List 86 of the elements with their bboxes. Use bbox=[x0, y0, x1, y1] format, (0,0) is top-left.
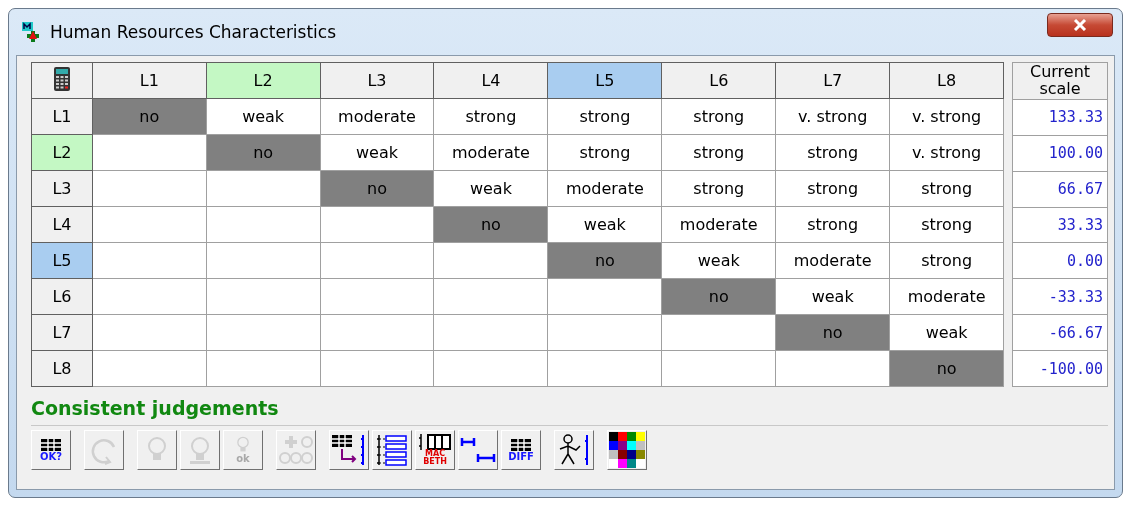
column-header[interactable]: L5 bbox=[547, 62, 662, 99]
toolbar-button[interactable]: OK? bbox=[31, 430, 71, 470]
scale-cell: -33.33 bbox=[1012, 278, 1108, 315]
judgement-cell[interactable]: strong bbox=[775, 206, 890, 243]
judgement-cell[interactable]: no bbox=[206, 134, 321, 171]
column-header[interactable]: L3 bbox=[320, 62, 434, 99]
judgement-cell[interactable]: moderate bbox=[889, 278, 1004, 315]
column-header[interactable]: L7 bbox=[775, 62, 890, 99]
grid-scale-icon bbox=[331, 433, 367, 467]
judgement-cell[interactable]: strong bbox=[433, 98, 548, 135]
toolbar-button[interactable] bbox=[458, 430, 498, 470]
judgement-cell[interactable]: no bbox=[661, 278, 776, 315]
color-palette-icon bbox=[609, 432, 645, 468]
judgement-cell[interactable]: strong bbox=[889, 170, 1004, 207]
judgement-cell[interactable]: weak bbox=[547, 206, 662, 243]
judgement-cell[interactable]: weak bbox=[433, 170, 548, 207]
judgement-cell[interactable]: strong bbox=[547, 134, 662, 171]
column-header[interactable]: L2 bbox=[206, 62, 321, 99]
judgement-cell[interactable]: no bbox=[320, 170, 434, 207]
judgement-cell[interactable]: strong bbox=[661, 134, 776, 171]
judgement-cell[interactable]: weak bbox=[889, 314, 1004, 351]
close-icon bbox=[1073, 19, 1087, 31]
judgement-cell[interactable]: strong bbox=[775, 170, 890, 207]
row-header[interactable]: L2 bbox=[31, 134, 93, 171]
row-header[interactable]: L1 bbox=[31, 98, 93, 135]
judgement-cell[interactable]: no bbox=[889, 350, 1004, 387]
judgement-cell[interactable]: no bbox=[775, 314, 890, 351]
toolbar-button[interactable] bbox=[372, 430, 412, 470]
close-button[interactable] bbox=[1047, 13, 1113, 37]
column-header[interactable]: L4 bbox=[433, 62, 548, 99]
judgement-cell[interactable]: v. strong bbox=[889, 98, 1004, 135]
scale-cell: 0.00 bbox=[1012, 242, 1108, 279]
calculator-icon bbox=[53, 66, 70, 91]
status-message: Consistent judgements bbox=[31, 397, 280, 419]
judgement-cell[interactable]: no bbox=[433, 206, 548, 243]
judgement-cell[interactable]: moderate bbox=[547, 170, 662, 207]
column-header[interactable]: L1 bbox=[92, 62, 207, 99]
column-header: Current scale bbox=[1012, 62, 1108, 100]
toolbar-button[interactable] bbox=[329, 430, 369, 470]
scale-cell: 133.33 bbox=[1012, 99, 1108, 136]
bulb-group-icon bbox=[279, 434, 313, 466]
calculator-button[interactable] bbox=[31, 62, 93, 99]
bulb-icon bbox=[190, 436, 210, 464]
scale-cell: 66.67 bbox=[1012, 171, 1108, 208]
column-header[interactable]: L8 bbox=[889, 62, 1004, 99]
judgement-cell[interactable]: moderate bbox=[320, 98, 434, 135]
row-header[interactable]: L8 bbox=[31, 350, 93, 387]
judgement-cell[interactable]: weak bbox=[320, 134, 434, 171]
judgement-cell[interactable]: no bbox=[547, 242, 662, 279]
grid-icon bbox=[510, 438, 532, 452]
row-header[interactable]: L7 bbox=[31, 314, 93, 351]
judgement-cell[interactable]: strong bbox=[661, 98, 776, 135]
toolbar-button[interactable]: MAC BETH bbox=[415, 430, 455, 470]
window-title: Human Resources Characteristics bbox=[50, 22, 338, 42]
judgement-cell[interactable]: strong bbox=[661, 170, 776, 207]
intervals-icon bbox=[460, 435, 496, 465]
judgement-cell[interactable]: v. strong bbox=[889, 134, 1004, 171]
judgement-cell[interactable]: strong bbox=[889, 206, 1004, 243]
judgement-cell[interactable]: weak bbox=[661, 242, 776, 279]
row-header[interactable]: L3 bbox=[31, 170, 93, 207]
stick-figure-icon bbox=[557, 433, 591, 467]
toolbar-button[interactable] bbox=[607, 430, 647, 470]
scale-cell: -66.67 bbox=[1012, 314, 1108, 351]
toolbar-button[interactable] bbox=[554, 430, 594, 470]
judgement-cell[interactable]: moderate bbox=[775, 242, 890, 279]
judgement-cell[interactable]: moderate bbox=[661, 206, 776, 243]
judgement-cell[interactable]: strong bbox=[547, 98, 662, 135]
app-icon bbox=[22, 22, 42, 42]
column-header[interactable]: L6 bbox=[661, 62, 776, 99]
scale-cell: 33.33 bbox=[1012, 207, 1108, 243]
judgement-cell[interactable]: strong bbox=[775, 134, 890, 171]
tree-icon bbox=[374, 433, 410, 467]
judgement-cell[interactable]: moderate bbox=[433, 134, 548, 171]
columns-icon bbox=[418, 434, 452, 450]
scale-cell: 100.00 bbox=[1012, 135, 1108, 172]
row-header[interactable]: L5 bbox=[31, 242, 93, 279]
toolbar-button[interactable]: DIFF bbox=[501, 430, 541, 470]
scale-cell: -100.00 bbox=[1012, 350, 1108, 387]
judgement-cell[interactable]: weak bbox=[206, 98, 321, 135]
grid-icon bbox=[40, 438, 62, 452]
judgement-cell[interactable]: no bbox=[92, 98, 207, 135]
judgement-cell[interactable]: strong bbox=[889, 242, 1004, 279]
row-header[interactable]: L4 bbox=[31, 206, 93, 243]
judgement-cell[interactable]: weak bbox=[775, 278, 890, 315]
row-header[interactable]: L6 bbox=[31, 278, 93, 315]
judgement-cell[interactable]: v. strong bbox=[775, 98, 890, 135]
